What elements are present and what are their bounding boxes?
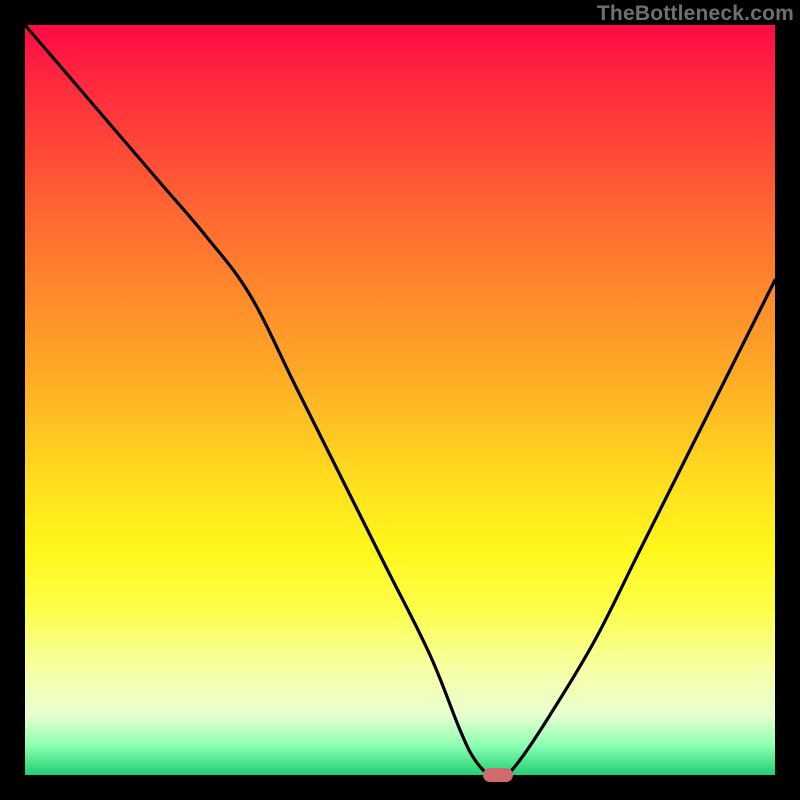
watermark-text: TheBottleneck.com <box>597 2 794 26</box>
plot-area <box>25 25 775 775</box>
chart-frame: TheBottleneck.com <box>0 0 800 800</box>
optimal-marker <box>483 768 513 782</box>
bottleneck-curve <box>25 25 775 775</box>
